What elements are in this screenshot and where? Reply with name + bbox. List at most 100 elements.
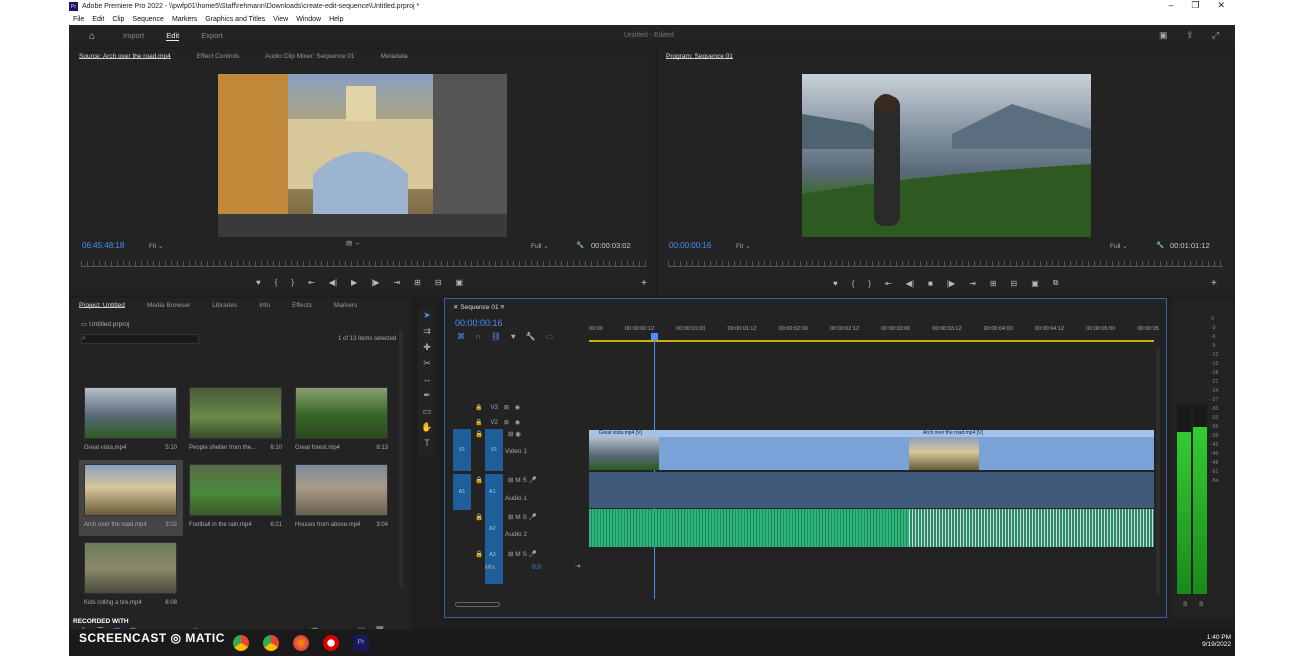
nest-icon[interactable]: ⌘	[457, 332, 465, 341]
hand-icon[interactable]: ✋	[418, 419, 436, 435]
mix-value[interactable]: 0.0	[532, 564, 541, 571]
project-search-input[interactable]: ⌕	[81, 334, 199, 344]
timeline-zoom-scrollbar[interactable]	[455, 602, 500, 607]
program-timecode[interactable]: 00:00:00:16	[669, 241, 711, 250]
mark-in-icon[interactable]: {	[275, 278, 278, 287]
program-quality-select[interactable]: Full ⌄	[1110, 242, 1128, 250]
thumb-great-forest[interactable]	[295, 387, 388, 439]
rectangle-icon[interactable]: ▭	[418, 403, 436, 419]
menu-window[interactable]: Window	[296, 16, 321, 23]
sync-icon[interactable]: ⊞ ◉	[508, 430, 521, 438]
lock-icon[interactable]: 🔒	[475, 419, 482, 426]
mix-icon[interactable]: ⇥	[575, 562, 580, 570]
tab-audio-mixer[interactable]: Audio Clip Mixer: Sequence 01	[265, 53, 354, 60]
thumb-great-vista[interactable]	[84, 387, 177, 439]
tab-info[interactable]: Info	[259, 302, 270, 309]
close-icon[interactable]: ✕	[1217, 0, 1225, 11]
p-go-in-icon[interactable]: ⇤	[885, 279, 892, 288]
menu-file[interactable]: File	[73, 16, 84, 23]
lock-icon[interactable]: 🔒	[475, 476, 483, 484]
slip-icon[interactable]: ↔	[418, 371, 436, 387]
selection-tool-icon[interactable]: ➤	[418, 307, 436, 323]
tab-project[interactable]: Project: Untitled	[79, 302, 125, 309]
share-icon[interactable]: ⇪	[1186, 30, 1194, 41]
program-fit-select[interactable]: Fit ⌄	[736, 242, 751, 250]
tab-effects[interactable]: Effects	[292, 302, 312, 309]
thumb-houses-above[interactable]	[295, 464, 388, 516]
pen-icon[interactable]: ✒	[418, 387, 436, 403]
maximize-icon[interactable]: ❐	[1191, 0, 1199, 11]
overwrite-icon[interactable]: ⊟	[435, 278, 442, 287]
ripple-edit-icon[interactable]: ✚	[418, 339, 436, 355]
audio-track-a1-area[interactable]	[589, 472, 1154, 508]
solo-right[interactable]: S	[1199, 601, 1203, 608]
compare-icon[interactable]: ⧉	[1053, 278, 1059, 288]
play-icon[interactable]: ▶	[351, 278, 357, 287]
marker-icon[interactable]: ♥	[256, 278, 261, 287]
mark-out-icon[interactable]: }	[291, 278, 294, 287]
playhead-handle[interactable]	[651, 333, 658, 340]
sync-icon[interactable]: ⊞	[504, 404, 509, 411]
thumb-arch-over-road[interactable]	[84, 464, 177, 516]
lock-icon[interactable]: 🔒	[475, 513, 483, 521]
sync-icon[interactable]: ⊞	[504, 419, 509, 426]
thumb-people-shelter[interactable]	[189, 387, 282, 439]
source-fit-select[interactable]: Fit ⌄	[149, 242, 164, 250]
tab-metadata[interactable]: Metadata	[381, 53, 408, 60]
timeline-ruler[interactable]: 00:00 00:00:00:12 00:00:01:00 00:00:01:12 00…	[589, 326, 1159, 340]
menu-graphics[interactable]: Graphics and Titles	[205, 16, 265, 23]
go-out-icon[interactable]: ⇥	[393, 278, 400, 287]
tab-sequence[interactable]: ✕ Sequence 01 ≡	[453, 303, 504, 311]
camera-icon[interactable]: ▣	[456, 278, 464, 287]
chrome-icon[interactable]	[263, 634, 279, 651]
wrench-icon[interactable]: 🔧	[576, 241, 584, 249]
p-mark-in-icon[interactable]: {	[852, 279, 855, 288]
premiere-taskbar-icon[interactable]: Pr	[353, 634, 369, 651]
go-in-icon[interactable]: ⇤	[308, 278, 315, 287]
work-area-bar[interactable]	[589, 340, 1154, 342]
source-ruler[interactable]	[81, 261, 646, 267]
tab-edit[interactable]: Edit	[166, 31, 180, 41]
lock-icon[interactable]: 🔒	[475, 404, 482, 411]
clip-arch-over-road[interactable]: Arch over the road.mp4 [V]	[909, 430, 1154, 470]
p-add-button-icon[interactable]: +	[1211, 278, 1217, 289]
menu-sequence[interactable]: Sequence	[132, 16, 164, 23]
audio-clip-2[interactable]	[909, 509, 1154, 547]
lock-icon[interactable]: 🔒	[475, 430, 483, 438]
eye-icon[interactable]: ◉	[515, 404, 520, 411]
a1-controls[interactable]: ⊞ M S 🎤	[508, 476, 537, 484]
track-select-icon[interactable]: ⇉	[418, 323, 436, 339]
source-patch-v1[interactable]: V1	[453, 429, 471, 471]
menu-help[interactable]: Help	[329, 16, 343, 23]
chrome-icon[interactable]	[233, 634, 249, 651]
insert-icon[interactable]: ⊞	[414, 278, 421, 287]
tab-source[interactable]: Source: Arch over the road.mp4	[79, 53, 171, 60]
menu-markers[interactable]: Markers	[172, 16, 197, 23]
firefox-icon[interactable]	[293, 634, 309, 651]
recorder-icon[interactable]	[323, 634, 339, 651]
program-ruler[interactable]	[668, 261, 1223, 267]
captions-icon[interactable]: ▭	[546, 332, 554, 341]
add-button-icon[interactable]: +	[641, 278, 647, 289]
p-step-forward-icon[interactable]: |▶	[947, 279, 955, 288]
timeline-settings-icon[interactable]: 🔧	[526, 332, 536, 341]
razor-icon[interactable]: ✂	[418, 355, 436, 371]
tab-effect-controls[interactable]: Effect Controls	[197, 53, 240, 60]
stop-icon[interactable]: ■	[928, 279, 933, 288]
audio-clip-1[interactable]	[589, 509, 909, 547]
a3-controls[interactable]: ⊞ M S 🎤	[508, 550, 537, 558]
menu-view[interactable]: View	[273, 16, 288, 23]
tab-export[interactable]: Export	[201, 31, 223, 41]
lock-icon[interactable]: 🔒	[475, 550, 483, 558]
tab-markers[interactable]: Markers	[334, 302, 357, 309]
minimize-icon[interactable]: –	[1168, 0, 1173, 11]
step-forward-icon[interactable]: |▶	[371, 278, 379, 287]
tab-program[interactable]: Program: Sequence 01	[666, 53, 733, 60]
extract-icon[interactable]: ⊟	[1011, 279, 1018, 288]
snap-icon[interactable]: ∩	[475, 332, 481, 341]
step-back-icon[interactable]: ◀|	[329, 278, 337, 287]
timeline-timecode[interactable]: 00:00:00:16	[455, 318, 503, 328]
p-camera-icon[interactable]: ▣	[1031, 279, 1039, 288]
type-tool-icon[interactable]: T	[418, 435, 436, 451]
p-step-back-icon[interactable]: ◀|	[906, 279, 914, 288]
